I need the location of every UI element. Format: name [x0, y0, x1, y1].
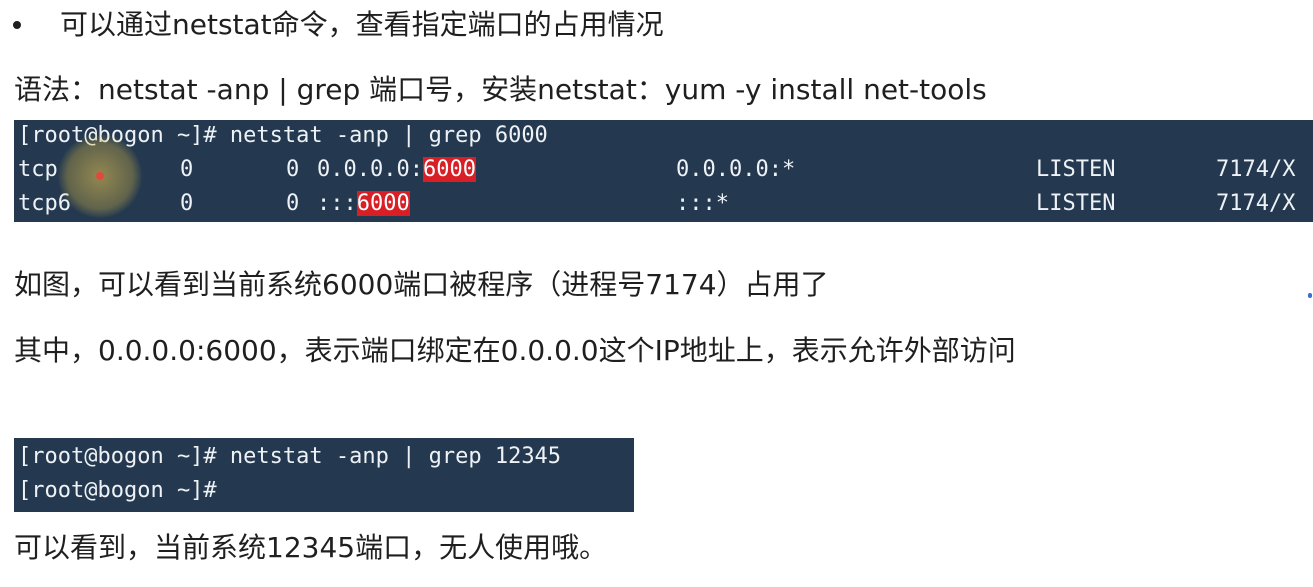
- terminal-prompt: [root@bogon ~]#: [18, 478, 217, 503]
- highlighted-port: 6000: [422, 157, 476, 182]
- local-address-prefix: 0.0.0.0:: [317, 157, 423, 182]
- proto-cell: tcp: [18, 157, 58, 182]
- recv-cell: 0: [180, 191, 194, 216]
- scroll-indicator: [1308, 293, 1312, 298]
- bullet-text: 可以通过netstat命令，查看指定端口的占用情况: [60, 8, 664, 41]
- proto-cell: tcp6: [18, 191, 71, 216]
- send-cell: 0: [286, 191, 300, 216]
- pid-cell: 7174/X: [1216, 157, 1296, 182]
- recv-cell: 0: [180, 157, 194, 182]
- explain-text-1: 如图，可以看到当前系统6000端口被程序（进程号7174）占用了: [14, 268, 829, 301]
- syntax-text: 语法：netstat -anp | grep 端口号，安装netstat：yum…: [14, 73, 987, 106]
- terminal-row: tcp 0 0 0.0.0.0:6000 0.0.0.0:* LISTEN 71…: [14, 153, 1313, 187]
- explain-text-2: 其中，0.0.0.0:6000，表示端口绑定在0.0.0.0这个IP地址上，表示…: [14, 334, 1016, 367]
- foreign-address-cell: 0.0.0.0:*: [676, 157, 796, 182]
- state-cell: LISTEN: [1036, 191, 1116, 216]
- send-cell: 0: [286, 157, 300, 182]
- local-address-cell: :::6000: [317, 187, 410, 221]
- terminal-block-2: [root@bogon ~]# netstat -anp | grep 1234…: [14, 438, 634, 512]
- bullet-dot: [13, 21, 21, 29]
- terminal-row: tcp6 0 0 :::6000 :::* LISTEN 7174/X: [14, 187, 1313, 221]
- pid-cell: 7174/X: [1216, 191, 1296, 216]
- local-address-cell: 0.0.0.0:6000: [317, 153, 476, 187]
- local-address-prefix: :::: [317, 191, 357, 216]
- terminal-block-1: [root@bogon ~]# netstat -anp | grep 6000…: [14, 120, 1313, 222]
- foreign-address-cell: :::*: [676, 191, 729, 216]
- explain-text-3: 可以看到，当前系统12345端口，无人使用哦。: [14, 531, 608, 564]
- state-cell: LISTEN: [1036, 157, 1116, 182]
- cursor-pointer: [96, 172, 104, 180]
- terminal-prompt: [root@bogon ~]# netstat -anp | grep 6000: [18, 123, 548, 148]
- terminal-prompt: [root@bogon ~]# netstat -anp | grep 1234…: [18, 444, 562, 469]
- highlighted-port: 6000: [356, 191, 410, 216]
